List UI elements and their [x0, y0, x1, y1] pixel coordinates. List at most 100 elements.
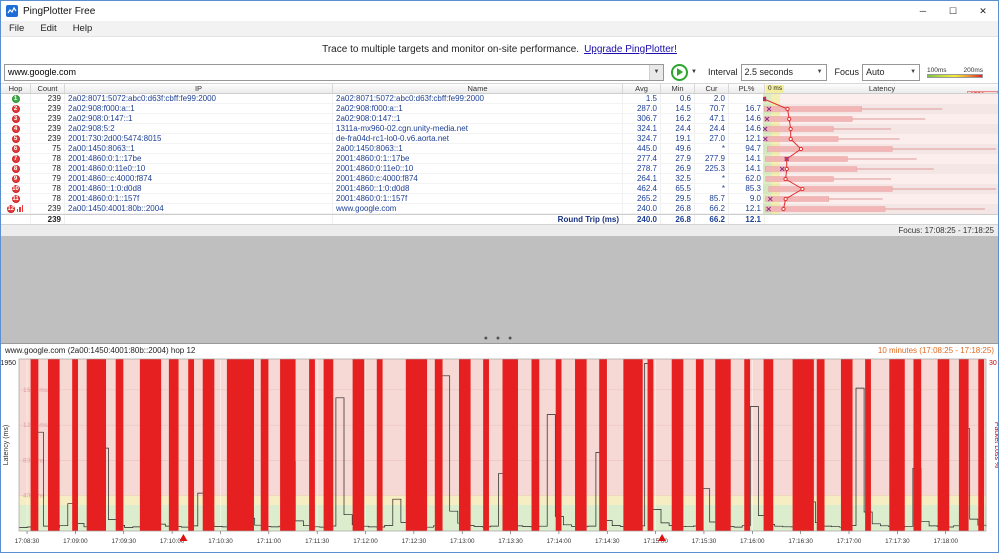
name-cell: de-fra04d-rc1-lo0-0.v6.aorta.net: [333, 134, 623, 143]
summary-ip-cell: [65, 215, 333, 224]
ip-cell: 2001:4860:0:1::157f: [65, 194, 333, 203]
interval-label: Interval: [708, 67, 738, 77]
count-cell: 239: [31, 94, 65, 103]
count-cell: 78: [31, 154, 65, 163]
splitter-handle[interactable]: ● ● ●: [484, 335, 516, 342]
svg-text:17:12:30: 17:12:30: [402, 538, 427, 545]
target-input[interactable]: [5, 64, 649, 80]
count-cell: 239: [31, 134, 65, 143]
hop-status-dot: 8: [11, 164, 20, 173]
hop-status-dot: 1: [11, 94, 20, 103]
name-cell: 2001:4860:0:1::157f: [333, 194, 623, 203]
interval-select[interactable]: 2.5 seconds ▼: [740, 63, 827, 81]
svg-text:Latency (ms): Latency (ms): [3, 425, 10, 465]
name-cell: 1311a-mx960-02.cgn.unity-media.net: [333, 124, 623, 133]
hop-cell: 8: [1, 164, 31, 173]
latency-time-graph[interactable]: 1600 ms1200 ms800 ms400 ms17:08:30 17:09:…: [1, 357, 999, 553]
ip-cell: 2a00:1450:8063::1: [65, 144, 333, 153]
hop-status-dot: 3: [11, 114, 20, 123]
focus-value: Auto: [866, 67, 885, 77]
graph-time-range[interactable]: 10 minutes (17:08:25 - 17:18:25): [878, 346, 994, 355]
count-cell: 78: [31, 194, 65, 203]
avg-cell: 462.4: [623, 184, 661, 193]
table-row[interactable]: 10 78 2001:4860::1:0:d0d8 2001:4860::1:0:d0…: [1, 184, 998, 194]
header-pl[interactable]: PL%: [729, 84, 765, 93]
summary-min: 26.8: [661, 215, 695, 224]
table-row[interactable]: 7 78 2001:4860:0:1::17be 2001:4860:0:1::17b…: [1, 154, 998, 164]
header-cur[interactable]: Cur: [695, 84, 729, 93]
close-button[interactable]: ✕: [968, 1, 998, 21]
summary-avg: 240.0: [623, 215, 661, 224]
table-row[interactable]: 2 239 2a02:908:f000:a::1 2a02:908:f000:a::1…: [1, 104, 998, 114]
interval-value: 2.5 seconds: [744, 67, 794, 77]
menu-help[interactable]: Help: [65, 23, 101, 34]
header-min[interactable]: Min: [661, 84, 695, 93]
ip-cell: 2a02:8071:5072:abc0:d63f:cbff:fe99:2000: [65, 94, 333, 103]
table-row[interactable]: 6 75 2a00:1450:8063::1 2a00:1450:8063::1 445…: [1, 144, 998, 154]
banner-text: Trace to multiple targets and monitor on…: [322, 43, 580, 55]
target-dropdown-icon[interactable]: ▼: [649, 64, 663, 80]
summary-hop-cell: [1, 215, 31, 224]
min-cell: 24.4: [661, 124, 695, 133]
focus-status-bar: Focus: 17:08:25 - 17:18:25: [1, 224, 998, 236]
upgrade-banner: Trace to multiple targets and monitor on…: [1, 37, 998, 61]
ip-cell: 2a02:908:f000:a::1: [65, 104, 333, 113]
ip-cell: 2a02:908:0:147::1: [65, 114, 333, 123]
svg-text:17:11:00: 17:11:00: [257, 538, 282, 545]
count-cell: 75: [31, 144, 65, 153]
table-row[interactable]: 12 239 2a00:1450:4001:80b::2004 www.google.…: [1, 204, 998, 214]
pl-cell: 14.1: [729, 164, 765, 173]
round-trip-row[interactable]: 239 Round Trip (ms) 240.0 26.8 66.2 12.1: [1, 214, 998, 224]
table-row[interactable]: 1 239 2a02:8071:5072:abc0:d63f:cbff:fe99:2…: [1, 94, 998, 104]
pl-cell: 94.7: [729, 144, 765, 153]
legend-100ms: 100ms: [927, 66, 947, 74]
svg-text:17:12:00: 17:12:00: [353, 538, 378, 545]
header-ip[interactable]: IP: [65, 84, 333, 93]
maximize-button[interactable]: ☐: [938, 1, 968, 21]
start-trace-button[interactable]: [671, 63, 688, 81]
table-row[interactable]: 9 79 2001:4860::c:4000:f874 2001:4860:c:400…: [1, 174, 998, 184]
table-row[interactable]: 11 78 2001:4860:0:1::157f 2001:4860:0:1::15…: [1, 194, 998, 204]
table-row[interactable]: 8 78 2001:4860:0:11e0::10 2001:4860:0:11e0:…: [1, 164, 998, 174]
latency-cell: [765, 104, 998, 113]
header-hop[interactable]: Hop: [1, 84, 31, 93]
svg-text:17:09:30: 17:09:30: [112, 538, 137, 545]
ip-cell: 2a00:1450:4001:80b::2004: [65, 204, 333, 213]
table-row[interactable]: 4 239 2a02:908:5:2 1311a-mx960-02.cgn.unity…: [1, 124, 998, 134]
table-row[interactable]: 5 239 2001:730:2d00:5474:8015 de-fra04d-rc1…: [1, 134, 998, 144]
pl-cell: 14.6: [729, 124, 765, 133]
name-cell: www.google.com: [333, 204, 623, 213]
summary-count: 239: [31, 215, 65, 224]
pl-cell: 14.1: [729, 154, 765, 163]
trace-options-caret[interactable]: ▼: [688, 69, 700, 75]
menu-edit[interactable]: Edit: [32, 23, 64, 34]
header-avg[interactable]: Avg: [623, 84, 661, 93]
svg-text:17:14:00: 17:14:00: [547, 538, 572, 545]
name-cell: 2a02:908:0:147::1: [333, 114, 623, 123]
avg-cell: 1.5: [623, 94, 661, 103]
focus-select[interactable]: Auto ▼: [862, 63, 921, 81]
count-cell: 239: [31, 204, 65, 213]
cur-cell: *: [695, 184, 729, 193]
header-name[interactable]: Name: [333, 84, 623, 93]
menu-file[interactable]: File: [1, 23, 32, 34]
table-row[interactable]: 3 239 2a02:908:0:147::1 2a02:908:0:147::1 30…: [1, 114, 998, 124]
minimize-button[interactable]: ─: [908, 1, 938, 21]
ip-cell: 2001:4860:0:1::17be: [65, 154, 333, 163]
svg-text:17:16:00: 17:16:00: [740, 538, 765, 545]
svg-text:1950: 1950: [1, 360, 16, 367]
hop-cell: 5: [1, 134, 31, 143]
header-latency[interactable]: 0 ms Latency 2753 ms: [765, 84, 998, 93]
hop-cell: 4: [1, 124, 31, 133]
header-count[interactable]: Count: [31, 84, 65, 93]
count-cell: 239: [31, 104, 65, 113]
focus-range-text: Focus: 17:08:25 - 17:18:25: [898, 226, 994, 235]
avg-cell: 306.7: [623, 114, 661, 123]
min-cell: 49.6: [661, 144, 695, 153]
chevron-down-icon: ▼: [910, 69, 917, 75]
upgrade-link[interactable]: Upgrade PingPlotter!: [584, 44, 677, 55]
hop-status-dot: 10: [11, 184, 20, 193]
hop-status-dot: 2: [11, 104, 20, 113]
title-bar: PingPlotter Free ─ ☐ ✕: [1, 1, 998, 21]
latency-scale-min: 0 ms: [766, 85, 785, 93]
